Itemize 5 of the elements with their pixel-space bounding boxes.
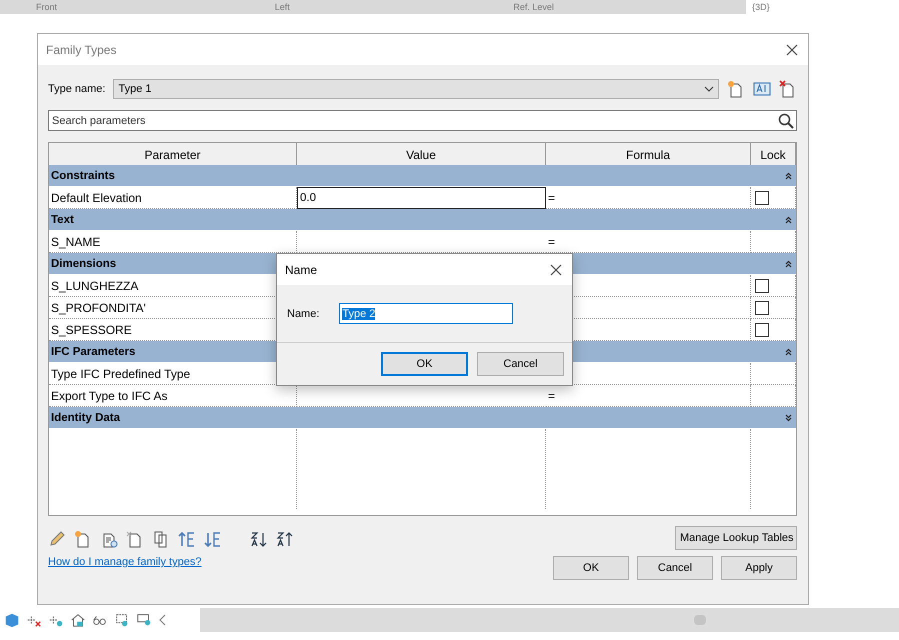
name-value: Type 2 [342, 308, 376, 320]
name-dialog-title: Name [285, 262, 318, 276]
name-label: Name: [287, 308, 320, 320]
type-name-label: Type name: [48, 83, 106, 95]
dialog-title: Family Types [46, 42, 116, 56]
